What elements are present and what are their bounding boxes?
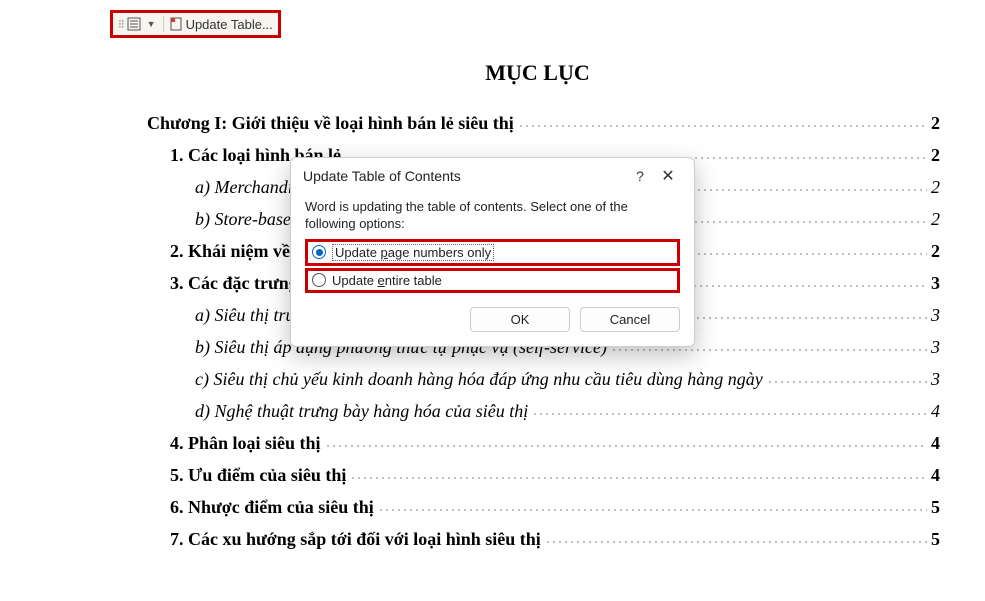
toc-entry-label: 5. Ưu điểm của siêu thị xyxy=(170,465,346,486)
radio-update-page-numbers[interactable]: Update page numbers only xyxy=(305,239,680,266)
doc-title: MỤC LỤC xyxy=(135,60,940,86)
update-page-icon[interactable] xyxy=(168,16,184,32)
update-toc-dialog: Update Table of Contents ? ✕ Word is upd… xyxy=(290,157,695,347)
separator xyxy=(163,16,164,32)
dialog-titlebar: Update Table of Contents ? ✕ xyxy=(291,158,694,194)
toc-page-number: 2 xyxy=(931,113,940,134)
toc-entry-label: 6. Nhược điểm của siêu thị xyxy=(170,497,374,518)
toc-entry-label: 4. Phân loại siêu thị xyxy=(170,433,321,454)
toc-entry-label: 7. Các xu hướng sắp tới đối với loại hìn… xyxy=(170,529,541,550)
toc-entry-label: 3. Các đặc trưng xyxy=(170,273,298,294)
toc-entry: d) Nghệ thuật trưng bày hàng hóa của siê… xyxy=(135,399,940,422)
toc-leader-dots xyxy=(518,111,927,129)
toc-entry-label: 2. Khái niệm về s xyxy=(170,241,302,262)
dropdown-arrow-icon[interactable]: ▼ xyxy=(144,19,159,29)
dialog-buttons: OK Cancel xyxy=(291,307,694,346)
toc-toolbar[interactable]: ⁝⁝ ▼ Update Table... xyxy=(110,10,281,38)
toc-page-number: 2 xyxy=(931,177,940,198)
toc-leader-dots xyxy=(378,495,927,513)
toc-entry: Chương I: Giới thiệu về loại hình bán lẻ… xyxy=(135,111,940,134)
toc-page-number: 5 xyxy=(931,497,940,518)
toc-leader-dots xyxy=(767,367,927,385)
toc-page-number: 2 xyxy=(931,209,940,230)
toc-entry-label: d) Nghệ thuật trưng bày hàng hóa của siê… xyxy=(195,401,528,422)
update-table-button[interactable]: Update Table... xyxy=(186,17,273,32)
toc-page-number: 3 xyxy=(931,305,940,326)
radio-mark-icon xyxy=(312,245,326,259)
toc-page-number: 5 xyxy=(931,529,940,550)
toc-entry: 7. Các xu hướng sắp tới đối với loại hìn… xyxy=(135,527,940,550)
toc-page-number: 3 xyxy=(931,273,940,294)
cancel-button[interactable]: Cancel xyxy=(580,307,680,332)
toc-settings-icon[interactable] xyxy=(126,16,142,32)
toc-leader-dots xyxy=(350,463,927,481)
toc-leader-dots xyxy=(325,431,927,449)
toc-page-number: 2 xyxy=(931,145,940,166)
toc-entry-label: c) Siêu thị chủ yếu kinh doanh hàng hóa … xyxy=(195,369,763,390)
dialog-title: Update Table of Contents xyxy=(303,168,626,184)
toc-page-number: 3 xyxy=(931,337,940,358)
toc-page-number: 4 xyxy=(931,401,940,422)
toc-leader-dots xyxy=(545,527,927,545)
toc-entry-label: Chương I: Giới thiệu về loại hình bán lẻ… xyxy=(147,113,514,134)
toc-entry: 6. Nhược điểm của siêu thị 5 xyxy=(135,495,940,518)
toc-entry: 4. Phân loại siêu thị 4 xyxy=(135,431,940,454)
toc-entry: c) Siêu thị chủ yếu kinh doanh hàng hóa … xyxy=(135,367,940,390)
toc-page-number: 3 xyxy=(931,369,940,390)
dialog-body: Word is updating the table of contents. … xyxy=(291,194,694,307)
ok-button[interactable]: OK xyxy=(470,307,570,332)
toc-page-number: 2 xyxy=(931,241,940,262)
radio-update-entire-table[interactable]: Update entire table xyxy=(305,268,680,293)
radio-mark-icon xyxy=(312,273,326,287)
radio-label: Update entire table xyxy=(332,273,442,288)
dialog-prompt: Word is updating the table of contents. … xyxy=(305,199,680,233)
help-icon[interactable]: ? xyxy=(626,168,654,184)
radio-label: Update page numbers only xyxy=(332,244,494,261)
toc-leader-dots xyxy=(532,399,927,417)
toc-page-number: 4 xyxy=(931,433,940,454)
close-icon[interactable]: ✕ xyxy=(654,166,682,186)
toc-entry: 5. Ưu điểm của siêu thị 4 xyxy=(135,463,940,486)
drag-grip-icon: ⁝⁝ xyxy=(118,17,124,31)
toc-page-number: 4 xyxy=(931,465,940,486)
